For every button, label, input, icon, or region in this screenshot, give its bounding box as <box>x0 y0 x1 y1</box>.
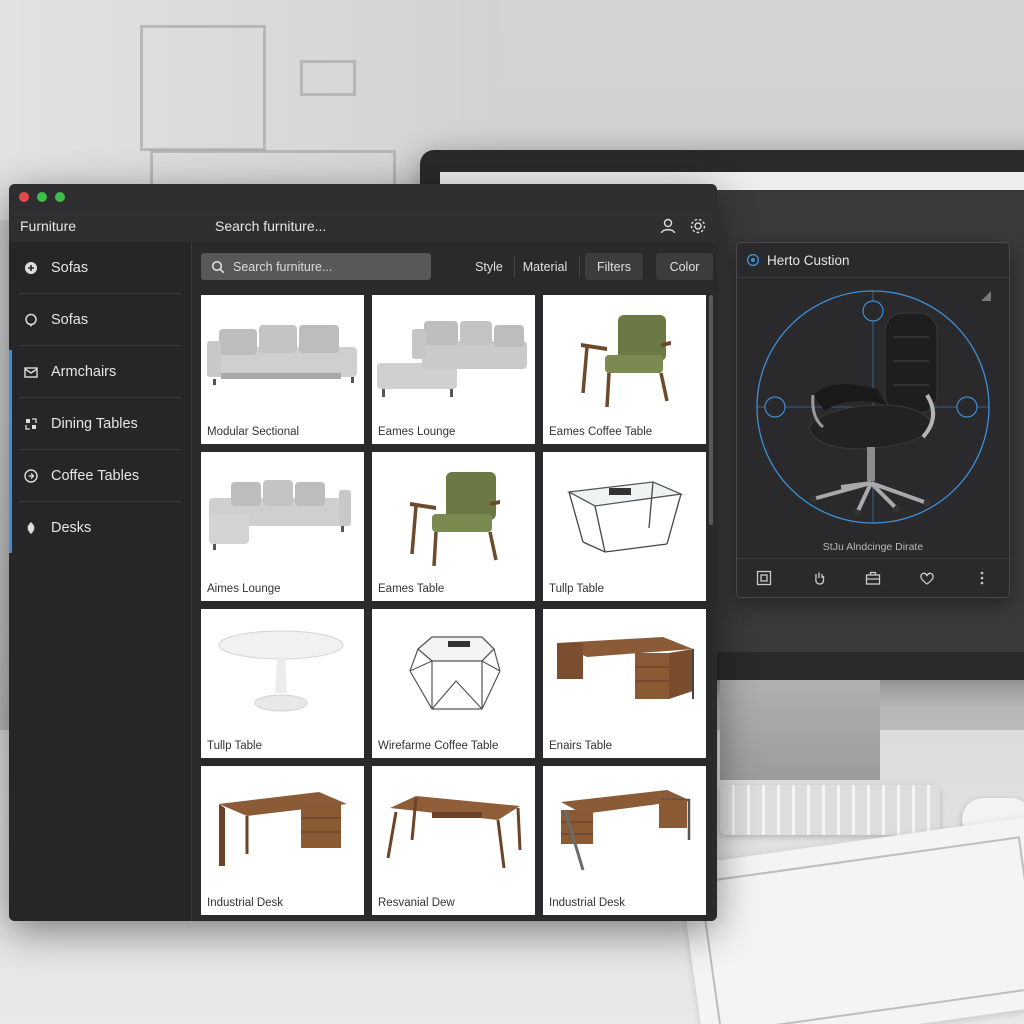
desk-icon <box>24 521 38 535</box>
furniture-card[interactable]: Aimes Lounge <box>201 452 364 601</box>
3d-viewport[interactable] <box>737 277 1009 535</box>
search-input[interactable] <box>231 258 425 275</box>
furniture-card[interactable]: Tullp Table <box>201 609 364 758</box>
preview-panel-header: Herto Custion <box>737 243 1009 278</box>
sidebar-item-label: Coffee Tables <box>51 468 140 484</box>
sofa-icon <box>24 261 38 275</box>
preview-panel: Herto Custion StJu Alndcinge Dirate <box>736 242 1010 598</box>
close-window-button[interactable] <box>19 192 29 202</box>
sidebar-item-desks[interactable]: Desks <box>9 502 191 554</box>
hand-pan-icon[interactable] <box>811 570 827 586</box>
monitor-stand <box>720 680 880 780</box>
furniture-card-label: Tullp Table <box>549 583 604 595</box>
furniture-card-label: Eames Table <box>378 583 445 595</box>
furniture-card-label: Aimes Lounge <box>207 583 281 595</box>
sofa-outline-icon <box>24 313 38 327</box>
expand-icon[interactable] <box>981 291 991 301</box>
aimes-lounge-image <box>209 480 351 550</box>
filters-button[interactable]: Filters <box>585 253 643 280</box>
preview-panel-title: Herto Custion <box>767 252 850 268</box>
furniture-card-label: Eames Lounge <box>378 426 456 438</box>
rotate-handle-right[interactable] <box>956 396 978 418</box>
wall-sketch <box>140 25 266 151</box>
rotate-handle-top[interactable] <box>862 300 884 322</box>
industrial-desk-image <box>219 792 347 866</box>
wireframe-coffee-table-image <box>409 636 501 710</box>
grid-scrollbar[interactable] <box>709 295 713 525</box>
wood-desk-image <box>557 637 694 699</box>
filter-toolbar: Style Material Filters Color <box>192 242 717 292</box>
maximize-window-button[interactable] <box>55 192 65 202</box>
sidebar-item-coffee-tables[interactable]: Coffee Tables <box>9 450 191 502</box>
furniture-card-label: Resvanial Dew <box>378 897 455 909</box>
sidebar-item-dining-tables[interactable]: Dining Tables <box>9 398 191 450</box>
minimize-window-button[interactable] <box>37 192 47 202</box>
fit-view-icon[interactable] <box>756 570 772 586</box>
furniture-card-label: Industrial Desk <box>549 897 626 909</box>
sidebar-item-label: Desks <box>51 520 92 536</box>
industrial-metal-desk-image <box>561 790 691 871</box>
furniture-card-label: Wirefarme Coffee Table <box>378 740 499 752</box>
preview-toolbar <box>737 558 1009 597</box>
green-armchair-image <box>410 472 500 567</box>
furniture-card[interactable]: Eames Coffee Table <box>543 295 706 444</box>
furniture-card[interactable]: Resvanial Dew <box>372 766 535 915</box>
tulip-table-image <box>218 630 344 712</box>
sidebar-item-sofas-2[interactable]: Sofas <box>9 294 191 346</box>
background-keyboard <box>720 785 940 835</box>
furniture-card[interactable]: Eames Lounge <box>372 295 535 444</box>
armchair-icon <box>24 365 38 379</box>
user-icon[interactable] <box>659 217 677 235</box>
titlebar <box>9 184 717 210</box>
sidebar-item-label: Dining Tables <box>51 416 138 432</box>
color-filter-button[interactable]: Color <box>656 253 713 280</box>
residential-desk-image <box>386 796 522 869</box>
eames-lounge-image <box>377 321 527 397</box>
wall-sketch <box>300 60 356 96</box>
toolbar-divider <box>514 256 515 278</box>
more-options-icon[interactable] <box>974 570 990 586</box>
briefcase-icon[interactable] <box>865 570 881 586</box>
preview-caption: StJu Alndcinge Dirate <box>822 541 924 553</box>
category-sidebar: Sofas Sofas Armchairs Dining Tables Coff… <box>9 242 192 921</box>
furniture-card-label: Modular Sectional <box>207 426 300 438</box>
info-icon <box>747 254 759 266</box>
heart-icon[interactable] <box>919 570 935 586</box>
glass-coffee-table-image <box>566 481 684 553</box>
furniture-card-label: Eames Coffee Table <box>549 426 653 438</box>
app-header: Furniture Search furniture... <box>9 210 717 243</box>
search-icon <box>211 260 225 273</box>
furniture-card-label: Tullp Table <box>207 740 262 752</box>
settings-gear-icon[interactable] <box>689 217 707 235</box>
search-box[interactable] <box>201 253 431 280</box>
coffee-table-icon <box>24 469 38 483</box>
furniture-card[interactable]: Enairs Table <box>543 609 706 758</box>
sidebar-item-label: Sofas <box>51 260 89 276</box>
sidebar-item-armchairs[interactable]: Armchairs <box>9 346 191 398</box>
header-search-text[interactable]: Search furniture... <box>215 218 326 234</box>
furniture-card[interactable]: Industrial Desk <box>543 766 706 915</box>
furniture-card[interactable]: Modular Sectional <box>201 295 364 444</box>
dining-table-icon <box>24 417 38 431</box>
material-filter-button[interactable]: Material <box>517 253 573 280</box>
furniture-card-label: Enairs Table <box>549 740 613 752</box>
catalog-content: Style Material Filters Color Modular Sec <box>192 242 717 921</box>
furniture-card[interactable]: Industrial Desk <box>201 766 364 915</box>
furniture-app-window: Furniture Search furniture... Sofas Sofa… <box>9 184 717 921</box>
sidebar-item-sofas[interactable]: Sofas <box>9 242 191 294</box>
toolbar-divider <box>579 256 580 278</box>
green-armchair-image <box>581 315 671 408</box>
furniture-card[interactable]: Wirefarme Coffee Table <box>372 609 535 758</box>
style-filter-button[interactable]: Style <box>464 253 514 280</box>
modular-sectional-image <box>207 325 357 385</box>
sidebar-item-label: Sofas <box>51 312 89 328</box>
app-title: Furniture <box>20 218 77 234</box>
rotate-handle-left[interactable] <box>764 396 786 418</box>
furniture-card-label: Industrial Desk <box>207 897 284 909</box>
furniture-card[interactable]: Tullp Table <box>543 452 706 601</box>
furniture-card[interactable]: Eames Table <box>372 452 535 601</box>
sidebar-item-label: Armchairs <box>51 364 117 380</box>
